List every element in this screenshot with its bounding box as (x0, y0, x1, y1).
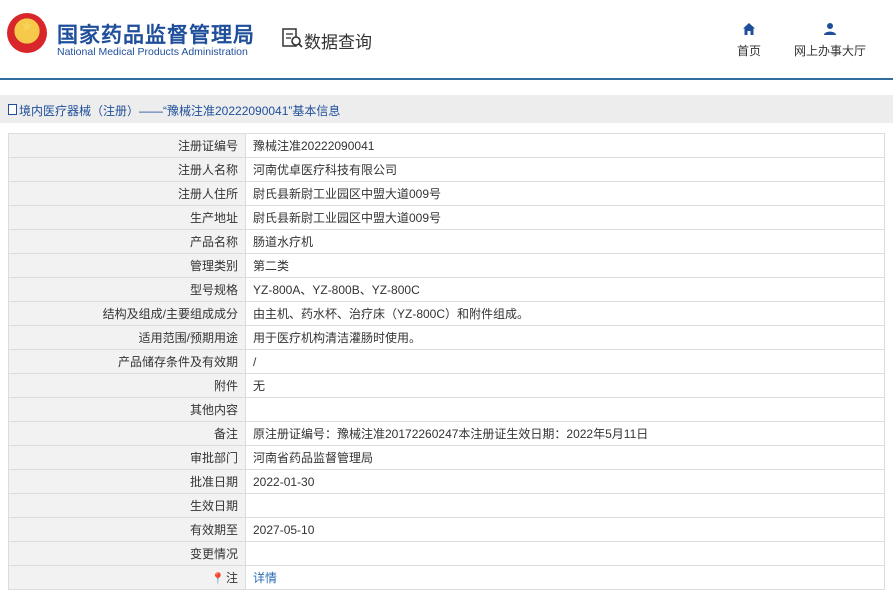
detail-row: 注册证编号 豫械注准20222090041 (8, 133, 885, 158)
site-header: ★ 国家药品监督管理局 National Medical Products Ad… (0, 0, 893, 80)
field-value: 肠道水疗机 (245, 229, 885, 254)
detail-row: 生效日期 (8, 493, 885, 518)
nav-online-hall-link[interactable]: 网上办事大厅 (792, 22, 868, 59)
field-value: 2027-05-10 (245, 517, 885, 542)
field-value: 2022-01-30 (245, 469, 885, 494)
field-value: 原注册证编号：豫械注准20172260247本注册证生效日期：2022年5月11… (245, 421, 885, 446)
field-label: 注册证编号 (8, 133, 246, 158)
field-label: 附件 (8, 373, 246, 398)
detail-table: 注册证编号 豫械注准20222090041 注册人名称 河南优卓医疗科技有限公司 注册人… (8, 133, 885, 590)
field-value: 无 (245, 373, 885, 398)
field-label: 生效日期 (8, 493, 246, 518)
field-label: 适用范围/预期用途 (8, 325, 246, 350)
pin-icon: 📍 (211, 573, 225, 585)
nav-online-hall-label: 网上办事大厅 (793, 44, 866, 58)
field-label: 其他内容 (8, 397, 246, 422)
field-label: 注册人名称 (8, 157, 246, 182)
field-value: 尉氏县新尉工业园区中盟大道009号 (245, 205, 885, 230)
detail-row: 管理类别 第二类 (8, 253, 885, 278)
home-icon (743, 23, 755, 35)
emblem-star: ★ (20, 18, 34, 35)
detail-row: 有效期至 2027-05-10 (8, 517, 885, 542)
field-label: 型号规格 (8, 277, 246, 302)
field-label: 生产地址 (8, 205, 246, 230)
details-link[interactable]: 详情 (253, 571, 277, 585)
field-label: 有效期至 (8, 517, 246, 542)
detail-row: 产品储存条件及有效期 / (8, 349, 885, 374)
field-value: 豫械注准20222090041 (245, 133, 885, 158)
note-row: 📍注 详情 (8, 565, 885, 590)
detail-row: 变更情况 (8, 541, 885, 566)
field-value: 河南优卓医疗科技有限公司 (245, 157, 885, 182)
detail-row: 注册人住所 尉氏县新尉工业园区中盟大道009号 (8, 181, 885, 206)
org-name-cn: 国家药品监督管理局 (57, 24, 255, 47)
field-label: 审批部门 (8, 445, 246, 470)
detail-row: 批准日期 2022-01-30 (8, 469, 885, 494)
note-label: 注 (225, 571, 238, 585)
page-title: 数据查询 (304, 33, 372, 52)
breadcrumb: 境内医疗器械（注册）——“豫械注准20222090041”基本信息 (0, 95, 893, 123)
field-label: 产品储存条件及有效期 (8, 349, 246, 374)
detail-row: 审批部门 河南省药品监督管理局 (8, 445, 885, 470)
detail-row: 适用范围/预期用途 用于医疗机构清洁灌肠时使用。 (8, 325, 885, 350)
field-label: 备注 (8, 421, 246, 446)
field-label: 产品名称 (8, 229, 246, 254)
note-value-cell: 详情 (245, 565, 885, 590)
detail-row: 备注 原注册证编号：豫械注准20172260247本注册证生效日期：2022年5月… (8, 421, 885, 446)
field-value: 尉氏县新尉工业园区中盟大道009号 (245, 181, 885, 206)
field-label: 管理类别 (8, 253, 246, 278)
note-label-cell: 📍注 (8, 565, 246, 590)
breadcrumb-text: 境内医疗器械（注册）——“豫械注准20222090041”基本信息 (19, 104, 341, 118)
detail-row: 型号规格 YZ-800A、YZ-800B、YZ-800C (8, 277, 885, 302)
field-value: / (245, 349, 885, 374)
field-label: 变更情况 (8, 541, 246, 566)
nav-home-link[interactable]: 首页 (734, 22, 764, 59)
nav-home-label: 首页 (736, 44, 761, 58)
field-value (245, 397, 885, 422)
data-search-icon (282, 28, 303, 48)
field-value (245, 541, 885, 566)
detail-row: 生产地址 尉氏县新尉工业园区中盟大道009号 (8, 205, 885, 230)
field-value: 用于医疗机构清洁灌肠时使用。 (245, 325, 885, 350)
detail-row: 结构及组成/主要组成成分 由主机、药水杯、治疗床（YZ-800C）和附件组成。 (8, 301, 885, 326)
org-name-en: National Medical Products Administration (57, 46, 248, 58)
field-label: 批准日期 (8, 469, 246, 494)
user-icon (824, 23, 836, 35)
field-value: YZ-800A、YZ-800B、YZ-800C (245, 277, 885, 302)
field-label: 结构及组成/主要组成成分 (8, 301, 246, 326)
detail-row: 产品名称 肠道水疗机 (8, 229, 885, 254)
detail-row: 其他内容 (8, 397, 885, 422)
detail-row: 注册人名称 河南优卓医疗科技有限公司 (8, 157, 885, 182)
field-value: 河南省药品监督管理局 (245, 445, 885, 470)
field-label: 注册人住所 (8, 181, 246, 206)
field-value: 由主机、药水杯、治疗床（YZ-800C）和附件组成。 (245, 301, 885, 326)
field-value (245, 493, 885, 518)
field-value: 第二类 (245, 253, 885, 278)
national-emblem-icon: ★ (7, 13, 47, 53)
document-icon (8, 104, 17, 115)
detail-row: 附件无 (8, 373, 885, 398)
